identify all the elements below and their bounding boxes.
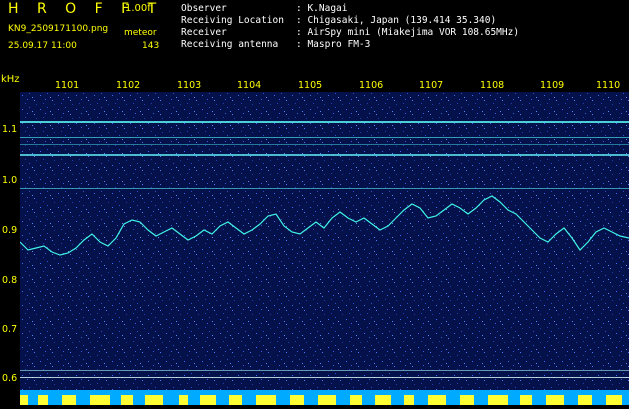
time-tick: 1101	[55, 80, 80, 91]
time-tick: 1106	[359, 80, 384, 91]
time-tick: 1104	[237, 80, 262, 91]
time-tick: 1105	[298, 80, 323, 91]
freq-tick: 0.6	[2, 373, 18, 384]
spectrogram-svg	[19, 92, 629, 390]
freq-tick: 0.9	[2, 225, 18, 236]
time-tick: 1103	[177, 80, 202, 91]
observer-row: Observer: K.Nagai	[181, 3, 348, 14]
freq-tick: 0.8	[2, 275, 18, 286]
header: H R O F F T 1.00f KN9_2509171100.png met…	[0, 0, 629, 76]
signal-strip	[20, 390, 629, 405]
meteor-count: 143	[142, 41, 160, 51]
time-tick: 1109	[540, 80, 565, 91]
freq-tick: 1.0	[2, 175, 18, 186]
spectrogram	[19, 92, 629, 390]
time-tick: 1107	[419, 80, 444, 91]
antenna-row: Receiving antenna: Maspro FM-3	[181, 39, 371, 50]
receiver-row: Receiver: AirSpy mini (Miakejima VOR 108…	[181, 27, 520, 38]
file-name: KN9_2509171100.png	[8, 24, 109, 34]
signal-strip-svg	[20, 395, 629, 405]
location-row: Receiving Location: Chigasaki, Japan (13…	[181, 15, 497, 26]
freq-tick: 1.1	[2, 124, 18, 135]
version: 1.00f	[125, 3, 151, 14]
datetime: 25.09.17 11:00	[8, 41, 77, 51]
freq-tick: 0.7	[2, 324, 18, 335]
mode-label: meteor	[124, 28, 157, 38]
time-tick: 1102	[116, 80, 141, 91]
time-tick: 1108	[480, 80, 505, 91]
time-tick: 1110	[596, 80, 621, 91]
freq-unit: kHz	[1, 74, 20, 85]
